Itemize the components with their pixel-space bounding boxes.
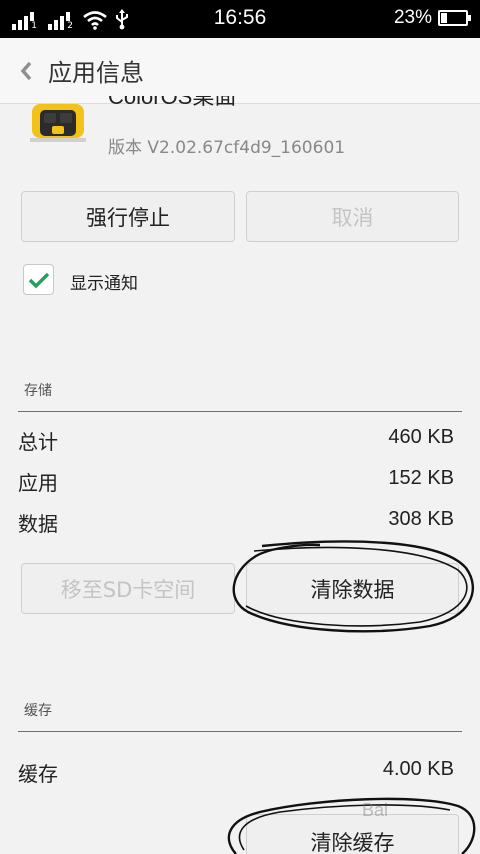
show-notification-checkbox[interactable] xyxy=(23,264,54,295)
storage-row-app: 应用 152 KB xyxy=(18,467,454,497)
watermark: Bai xyxy=(362,800,389,820)
row-label: 总计 xyxy=(18,430,58,454)
battery-percent: 23% xyxy=(393,7,432,28)
storage-section-label: 存储 xyxy=(24,383,52,399)
app-name: ColorOS桌面 xyxy=(108,96,237,109)
checkmark-icon xyxy=(28,272,49,288)
app-bar: 应用信息 xyxy=(0,38,480,104)
status-right: 23% xyxy=(393,7,471,29)
clear-cache-button[interactable]: 清除缓存 xyxy=(246,814,459,854)
clear-data-button[interactable]: 清除数据 xyxy=(246,563,459,614)
app-version: 版本 V2.02.67cf4d9_160601 xyxy=(108,138,346,158)
row-value: 308 KB xyxy=(388,508,454,530)
cache-divider xyxy=(18,731,462,732)
row-value: 152 KB xyxy=(388,467,454,489)
row-label: 数据 xyxy=(18,512,58,536)
move-to-sd-button[interactable]: 移至SD卡空间 xyxy=(21,563,235,614)
storage-divider xyxy=(18,411,462,412)
cache-row: 缓存 4.00 KB xyxy=(18,758,454,788)
battery-fill xyxy=(441,13,447,23)
force-stop-button[interactable]: 强行停止 xyxy=(21,191,235,242)
status-bar: 1 2 16:56 23% xyxy=(0,0,480,38)
chevron-left-icon[interactable] xyxy=(6,38,46,104)
show-notification-label: 显示通知 xyxy=(70,274,138,294)
battery-icon xyxy=(438,10,471,26)
app-icon xyxy=(30,104,86,142)
storage-row-data: 数据 308 KB xyxy=(18,508,454,538)
row-label: 应用 xyxy=(18,471,58,495)
storage-row-total: 总计 460 KB xyxy=(18,426,454,456)
row-value: 4.00 KB xyxy=(382,758,454,780)
cache-section-label: 缓存 xyxy=(24,703,52,719)
row-value: 460 KB xyxy=(388,426,454,448)
row-label: 缓存 xyxy=(18,762,58,786)
page-title: 应用信息 xyxy=(48,59,144,87)
cancel-button[interactable]: 取消 xyxy=(246,191,459,242)
